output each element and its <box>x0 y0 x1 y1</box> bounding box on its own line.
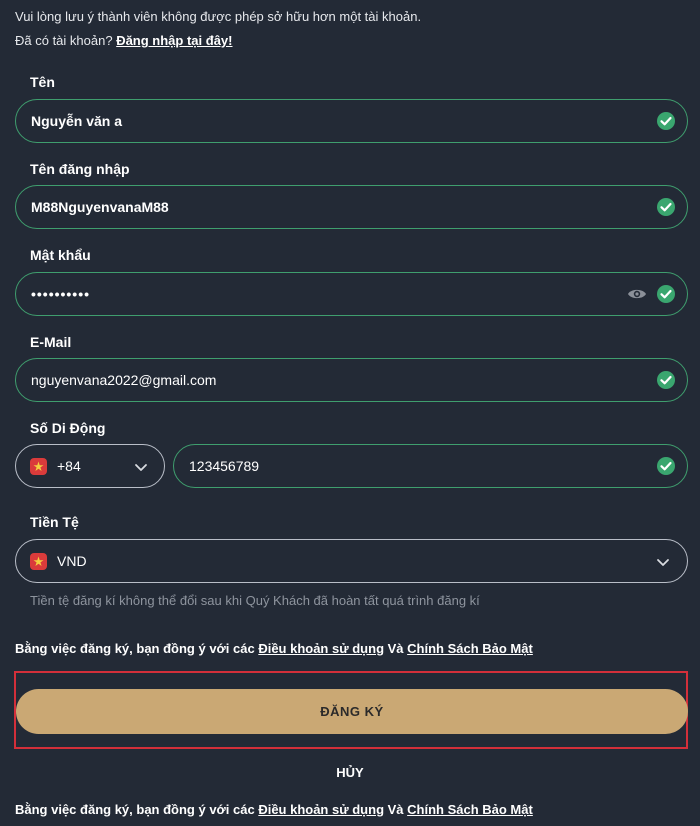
name-field[interactable]: Nguyễn văn a <box>15 99 688 143</box>
email-field[interactable]: nguyenvana2022@gmail.com <box>15 358 688 402</box>
terms-of-use-link[interactable]: Điều khoản sử dụng <box>258 641 384 656</box>
account-notice: Vui lòng lưu ý thành viên không được phé… <box>15 9 422 24</box>
email-value: nguyenvana2022@gmail.com <box>31 372 217 388</box>
check-icon <box>657 198 675 216</box>
vietnam-flag-icon <box>30 553 47 570</box>
terms-prefix: Bằng việc đăng ký, bạn đồng ý với các <box>15 802 259 817</box>
terms-and: Và <box>384 641 408 656</box>
login-prompt: Đã có tài khoản? Đăng nhập tại đây! <box>15 33 232 48</box>
password-field[interactable]: •••••••••• <box>15 272 688 316</box>
currency-label: Tiền Tệ <box>30 514 79 530</box>
email-label: E-Mail <box>30 334 72 350</box>
phone-field[interactable]: 123456789 <box>173 444 688 488</box>
check-icon <box>657 457 675 475</box>
check-icon <box>657 112 675 130</box>
vietnam-flag-icon <box>30 458 47 475</box>
chevron-down-icon <box>134 460 148 478</box>
login-prompt-text: Đã có tài khoản? <box>15 33 117 48</box>
username-value: M88NguyenvanaM88 <box>31 199 169 215</box>
terms-statement: Bằng việc đăng ký, bạn đồng ý với các Đi… <box>15 641 533 656</box>
chevron-down-icon <box>656 555 670 573</box>
name-value: Nguyễn văn a <box>31 113 123 129</box>
terms-of-use-link[interactable]: Điều khoản sử dụng <box>258 802 384 817</box>
phone-value: 123456789 <box>189 458 260 474</box>
country-code-value: +84 <box>57 458 81 474</box>
currency-select[interactable]: VND <box>15 539 688 583</box>
currency-value: VND <box>57 553 87 569</box>
password-label: Mật khẩu <box>30 247 91 263</box>
eye-icon[interactable] <box>627 285 647 308</box>
privacy-policy-link[interactable]: Chính Sách Bảo Mật <box>407 641 533 656</box>
check-icon <box>657 371 675 389</box>
name-label: Tên <box>30 74 55 90</box>
phone-label: Số Di Động <box>30 420 106 436</box>
terms-prefix: Bằng việc đăng ký, bạn đồng ý với các <box>15 641 259 656</box>
country-code-select[interactable]: +84 <box>15 444 165 488</box>
username-field[interactable]: M88NguyenvanaM88 <box>15 185 688 229</box>
check-icon <box>657 285 675 303</box>
cancel-button[interactable]: HỦY <box>0 765 700 780</box>
password-value: •••••••••• <box>31 286 91 302</box>
privacy-policy-link[interactable]: Chính Sách Bảo Mật <box>407 802 533 817</box>
currency-hint: Tiền tệ đăng kí không thể đổi sau khi Qu… <box>30 593 480 608</box>
terms-statement-bottom: Bằng việc đăng ký, bạn đồng ý với các Đi… <box>15 802 533 817</box>
terms-and: Và <box>384 802 408 817</box>
login-link[interactable]: Đăng nhập tại đây! <box>116 33 232 48</box>
register-button[interactable]: ĐĂNG KÝ <box>16 689 688 734</box>
username-label: Tên đăng nhập <box>30 161 130 177</box>
